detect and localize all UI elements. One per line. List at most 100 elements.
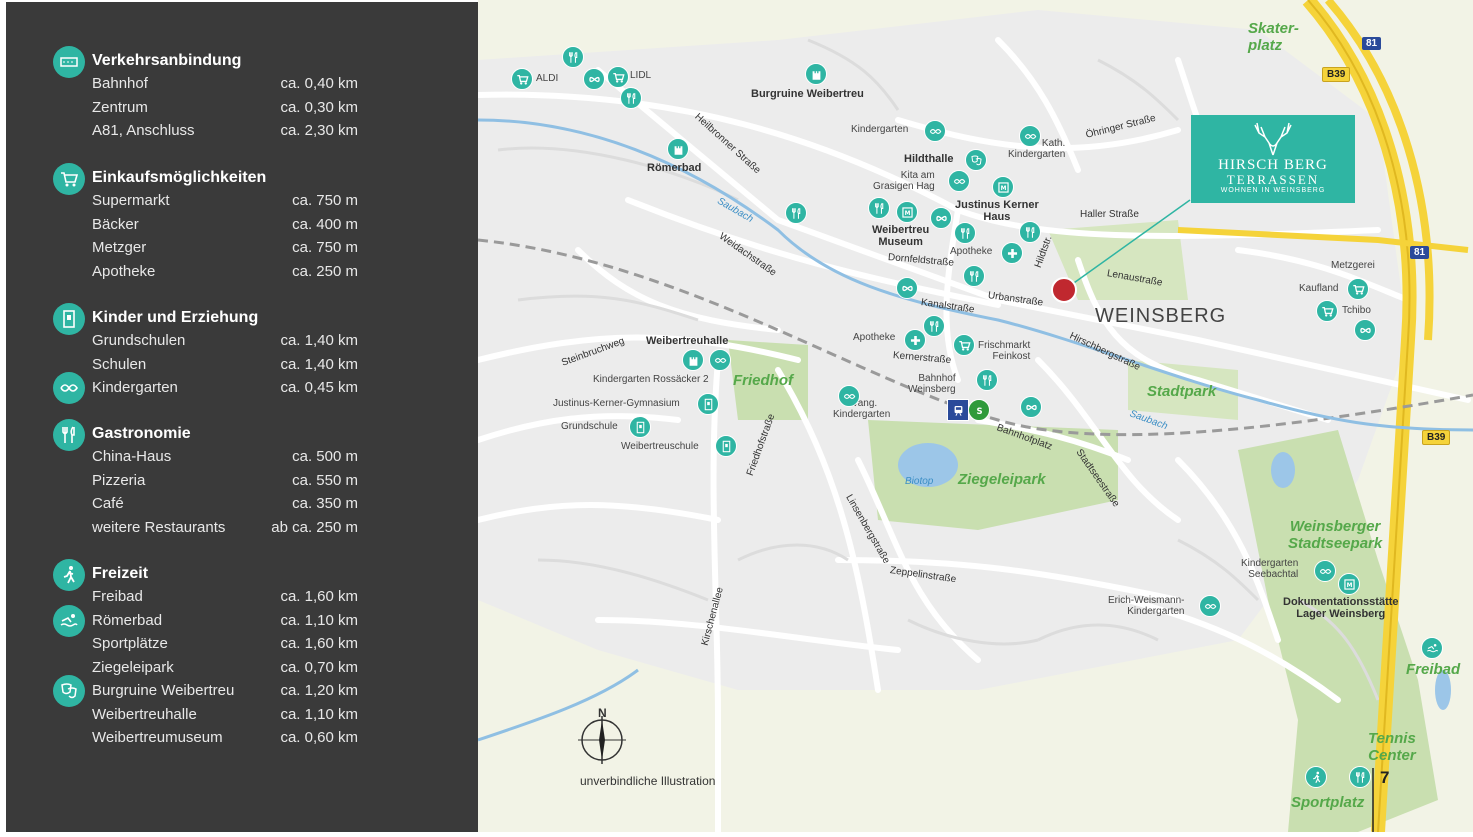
erich-weismann-kindergarten-label: Erich-Weismann- Kindergarten xyxy=(1108,595,1185,617)
cutlery-icon[interactable] xyxy=(1349,766,1371,788)
sbahn-icon[interactable]: S xyxy=(968,399,990,421)
legend-label: Römerbad xyxy=(92,611,163,629)
svg-text:S: S xyxy=(976,405,982,415)
shopping-cart-icon xyxy=(53,163,85,195)
legend-distance: ca. 550 m xyxy=(292,471,358,489)
pretzel-icon[interactable] xyxy=(896,277,918,299)
kaufland-label: Kaufland xyxy=(1299,283,1339,294)
school-icon[interactable] xyxy=(697,393,719,415)
kiga-seebachtal-label: Kindergarten Seebachtal xyxy=(1241,558,1299,580)
weibertreu-museum-label: Weibertreu Museum xyxy=(872,224,930,248)
legend-label: Apotheke xyxy=(92,262,156,280)
frischmarkt-label: Frischmarkt Feinkost xyxy=(978,340,1031,362)
legend-label: Pizzeria xyxy=(92,471,146,489)
kindergarten-icon[interactable] xyxy=(1019,125,1041,147)
cutlery-icon[interactable] xyxy=(954,222,976,244)
roemerbad-label: Römerbad xyxy=(647,162,702,174)
legend-distance: ca. 0,45 km xyxy=(280,379,358,396)
gymnasium-label: Justinus-Kerner-Gymnasium xyxy=(553,398,680,409)
cutlery-icon[interactable] xyxy=(1019,221,1041,243)
walking-icon xyxy=(53,559,85,591)
shopping-cart-icon[interactable] xyxy=(607,66,629,88)
shopping-cart-icon[interactable] xyxy=(1347,278,1369,300)
pretzel-icon[interactable] xyxy=(1020,396,1042,418)
school-icon[interactable] xyxy=(715,435,737,457)
stag-icon xyxy=(1254,122,1292,156)
legend-label: Café xyxy=(92,495,124,512)
theater-masks-icon xyxy=(53,675,85,707)
kindergarten-icon[interactable] xyxy=(838,385,860,407)
cutlery-icon[interactable] xyxy=(562,46,584,68)
cutlery-icon[interactable] xyxy=(963,265,985,287)
legend-distance: ca. 1,20 km xyxy=(280,682,358,699)
legend-distance: ca. 500 m xyxy=(292,448,358,465)
walking-icon[interactable] xyxy=(1305,766,1327,788)
pharmacy-icon[interactable] xyxy=(1001,242,1023,264)
ziegeleipark-label: Ziegeleipark xyxy=(958,471,1046,488)
weibertreuschule-label: Weibertreuschule xyxy=(621,441,699,452)
legend-label: Grundschulen xyxy=(92,332,186,349)
cutlery-icon[interactable] xyxy=(923,315,945,337)
castle-icon[interactable] xyxy=(805,63,827,85)
legend-distance: ab ca. 250 m xyxy=(271,518,358,536)
stadtpark-label: Stadtpark xyxy=(1147,383,1217,400)
train-icon[interactable] xyxy=(947,399,969,421)
town-name-label: WEINSBERG xyxy=(1095,305,1227,327)
legend-label: Burgruine Weibertreu xyxy=(92,682,235,699)
legend-label: China-Haus xyxy=(92,448,172,465)
pretzel-icon[interactable] xyxy=(583,68,605,90)
castle-icon[interactable] xyxy=(667,138,689,160)
castle-icon[interactable] xyxy=(682,349,704,371)
svg-text:M: M xyxy=(1000,186,1006,192)
shopping-cart-icon[interactable] xyxy=(1316,300,1338,322)
kindergarten-icon[interactable] xyxy=(1314,560,1336,582)
legend-distance: ca. 1,40 km xyxy=(280,332,358,349)
skaterplatz-label: Skater- platz xyxy=(1248,20,1299,54)
legend-distance: ca. 1,60 km xyxy=(280,635,358,652)
school-icon[interactable] xyxy=(629,416,651,438)
museum-icon[interactable]: M xyxy=(1338,573,1360,595)
shopping-cart-icon[interactable] xyxy=(953,334,975,356)
cutlery-icon[interactable] xyxy=(785,202,807,224)
cutlery-icon xyxy=(53,419,85,451)
legend-distance: ca. 1,10 km xyxy=(280,611,358,629)
legend-label: Kindergarten xyxy=(92,379,178,396)
museum-icon[interactable]: M xyxy=(992,176,1014,198)
grundschule-label: Grundschule xyxy=(561,421,618,432)
legend-label: Ziegeleipark xyxy=(92,658,174,676)
cutlery-icon[interactable] xyxy=(976,369,998,391)
apotheke-label: Apotheke xyxy=(853,332,896,343)
legend-label: weitere Restaurants xyxy=(92,518,226,536)
legend-distance: ca. 350 m xyxy=(292,495,358,512)
kindergarten-icon[interactable] xyxy=(924,120,946,142)
shopping-cart-icon[interactable] xyxy=(511,68,533,90)
museum-icon[interactable]: M xyxy=(896,201,918,223)
road-icon xyxy=(53,46,85,78)
kindergarten-icon[interactable] xyxy=(948,170,970,192)
pharmacy-icon[interactable] xyxy=(904,329,926,351)
metzgerei-label: Metzgerei xyxy=(1331,260,1375,271)
legend-label: Supermarkt xyxy=(92,192,170,209)
legend-label: Bäcker xyxy=(92,215,139,233)
section-title: Freizeit xyxy=(92,565,149,582)
cutlery-icon[interactable] xyxy=(620,87,642,109)
swimming-icon[interactable] xyxy=(1421,637,1443,659)
dokumentationsstaette-label: Dokumentationsstätte Lager Weinsberg xyxy=(1283,596,1399,620)
legend-distance: ca. 1,40 km xyxy=(280,355,358,373)
kindergarten-icon[interactable] xyxy=(709,349,731,371)
a81-road-badge: 81 xyxy=(1410,246,1430,259)
tennis-center-label: Tennis Center xyxy=(1368,730,1416,764)
sportplatz-label: Sportplatz xyxy=(1291,794,1365,811)
theater-masks-icon[interactable] xyxy=(965,149,987,171)
cutlery-icon[interactable] xyxy=(868,197,890,219)
kiga-rossaecker-label: Kindergarten Rossäcker 2 xyxy=(593,374,709,385)
legend-label: A81, Anschluss xyxy=(92,122,195,139)
kindergarten-icon[interactable] xyxy=(1199,595,1221,617)
aldi-label: ALDI xyxy=(536,73,559,84)
a81-road-badge: 81 xyxy=(1362,37,1382,50)
property-location-marker[interactable] xyxy=(1051,277,1077,303)
section-title: Verkehrsanbindung xyxy=(92,52,242,69)
pretzel-icon[interactable] xyxy=(930,207,952,229)
apotheke-label: Apotheke xyxy=(950,246,993,257)
pretzel-icon[interactable] xyxy=(1354,319,1376,341)
